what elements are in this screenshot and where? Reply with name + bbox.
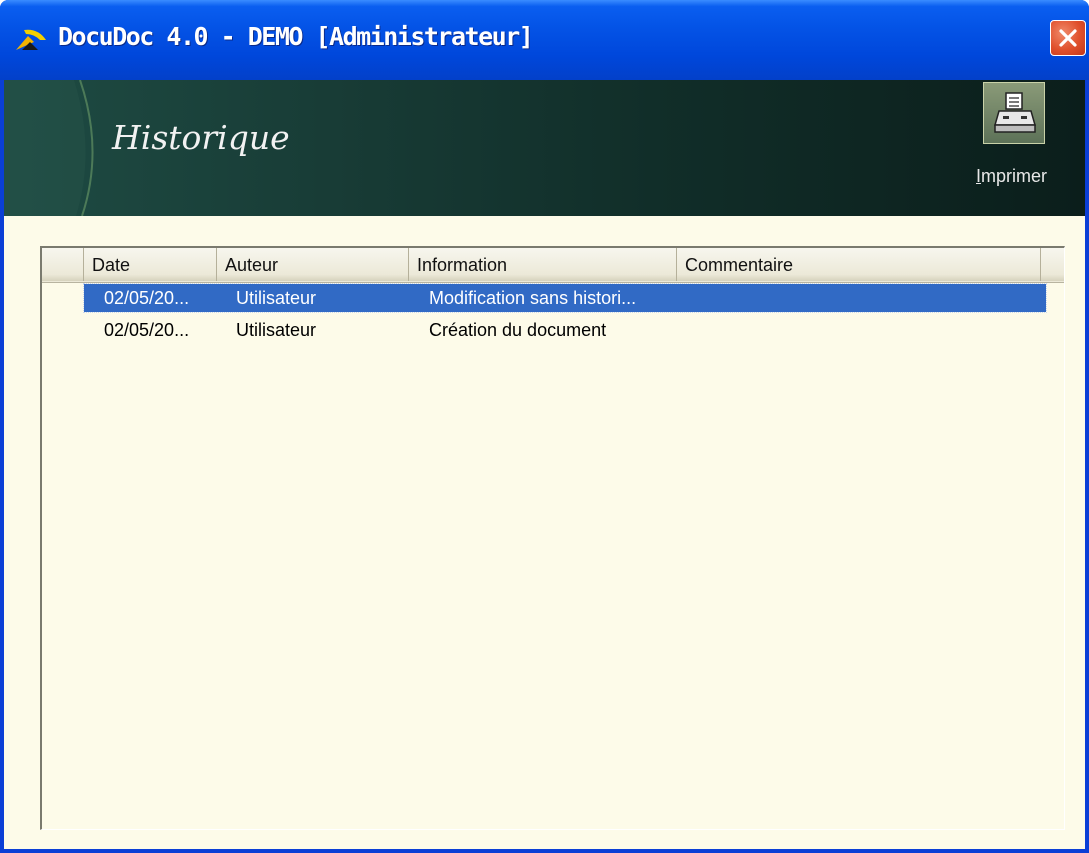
close-button[interactable]	[1050, 20, 1086, 56]
header-banner: Historique Imprimer	[4, 80, 1085, 216]
print-icon-frame	[983, 82, 1045, 144]
print-button-label: Imprimer	[976, 166, 1047, 187]
content-area: Date Auteur Information Commentaire 02/0…	[4, 216, 1085, 849]
column-header-author[interactable]: Auteur	[217, 248, 409, 281]
printer-icon	[994, 92, 1036, 133]
table-row[interactable]: 02/05/20... Utilisateur Création du docu…	[84, 316, 1046, 344]
cell-information: Modification sans histori...	[429, 288, 637, 308]
table-row[interactable]: 02/05/20... Utilisateur Modification san…	[83, 283, 1047, 313]
docudoc-logo-icon	[16, 29, 46, 50]
list-header: Date Auteur Information Commentaire	[42, 248, 1064, 283]
cell-information: Création du document	[429, 320, 607, 340]
column-header-indicator[interactable]	[42, 248, 84, 281]
cell-author: Utilisateur	[236, 288, 317, 308]
close-icon	[1059, 29, 1077, 47]
history-list[interactable]: Date Auteur Information Commentaire 02/0…	[40, 246, 1065, 830]
column-header-information[interactable]: Information	[409, 248, 677, 281]
print-button[interactable]: Imprimer	[966, 80, 1052, 210]
cell-date: 02/05/20...	[104, 288, 190, 308]
title-bar[interactable]: DocuDoc 4.0 - DEMO [Administrateur]	[0, 0, 1089, 80]
column-header-comment[interactable]: Commentaire	[677, 248, 1041, 281]
cell-author: Utilisateur	[236, 320, 317, 340]
cell-date: 02/05/20...	[104, 320, 190, 340]
print-label-rest: mprimer	[981, 166, 1048, 186]
column-header-filler	[1041, 248, 1064, 281]
column-header-date[interactable]: Date	[84, 248, 217, 281]
window-title: DocuDoc 4.0 - DEMO [Administrateur]	[58, 22, 534, 51]
docudoc-window: DocuDoc 4.0 - DEMO [Administrateur] Hist…	[0, 0, 1089, 853]
page-title: Historique	[112, 118, 290, 157]
banner-decoration	[4, 80, 94, 216]
